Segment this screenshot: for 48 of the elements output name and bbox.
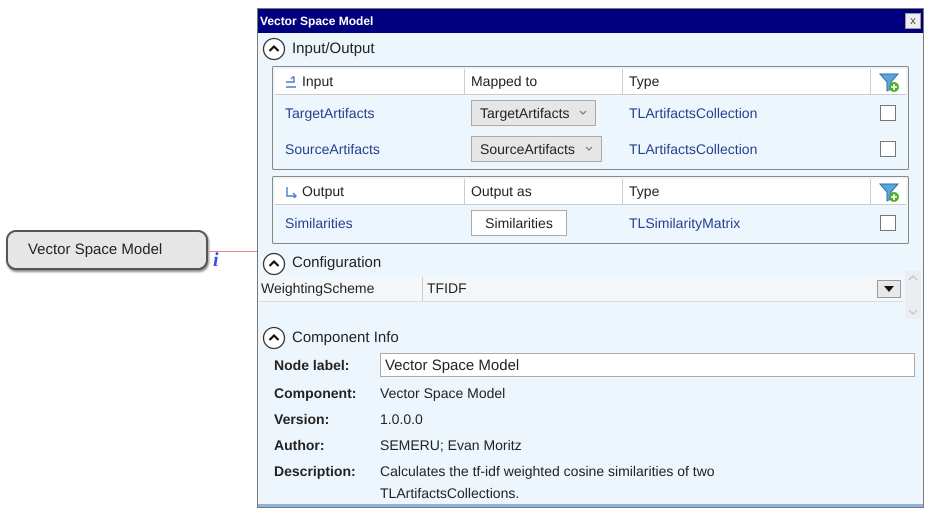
section-header[interactable]: Input/Output <box>292 38 375 60</box>
chevron-down-icon[interactable] <box>584 146 593 152</box>
port-type: TLSimilarityMatrix <box>629 214 740 231</box>
field-value: 1.0.0.0 <box>380 410 424 429</box>
chevron-down-icon[interactable] <box>579 110 588 116</box>
collapse-icon[interactable] <box>262 37 286 62</box>
close-button[interactable]: x <box>905 13 921 29</box>
field-label: Description: <box>274 462 357 481</box>
info-marker[interactable]: i <box>213 249 219 271</box>
section-header[interactable]: Component Info <box>292 326 399 349</box>
mapping-dropdown[interactable]: SourceArtifacts <box>471 136 602 162</box>
field-value: SEMERU; Evan Moritz <box>380 436 523 455</box>
port-type: TLArtifactsCollection <box>629 140 758 157</box>
filter-add-icon[interactable] <box>878 180 900 203</box>
window-title: Vector Space Model <box>260 13 374 30</box>
column-header: Type <box>629 182 660 202</box>
field-value: Calculates the tf-idf weighted cosine similarities of two TLArtifactsCollections. <box>380 462 716 503</box>
connector-line <box>209 251 257 252</box>
output-arrow-icon <box>285 186 297 198</box>
property-value: TFIDF <box>427 279 467 298</box>
filter-add-icon[interactable] <box>878 70 900 93</box>
component-node[interactable]: Vector Space Model <box>6 230 208 270</box>
checkbox[interactable] <box>880 215 896 232</box>
node-label-field[interactable]: Vector Space Model <box>380 353 915 377</box>
column-header: Input <box>302 72 334 92</box>
section-header[interactable]: Configuration <box>292 252 382 275</box>
field-label: Node label: <box>274 356 350 375</box>
property-name: WeightingScheme <box>261 279 374 298</box>
column-header: Output as <box>471 182 532 202</box>
column-header: Output <box>302 182 344 202</box>
output-name-field[interactable]: Similarities <box>471 210 567 236</box>
input-arrow-icon <box>285 76 297 88</box>
checkbox[interactable] <box>880 105 896 122</box>
collapse-icon[interactable] <box>262 252 286 276</box>
field-label: Component: <box>274 384 358 403</box>
field-label: Version: <box>274 410 330 429</box>
collapse-icon[interactable] <box>262 326 286 350</box>
mapping-dropdown[interactable]: TargetArtifacts <box>471 100 596 126</box>
column-header: Type <box>629 72 660 92</box>
port-name: Similarities <box>285 214 353 231</box>
port-type: TLArtifactsCollection <box>629 104 758 121</box>
port-name: SourceArtifacts <box>285 140 380 157</box>
field-label: Author: <box>274 436 326 455</box>
dropdown-button-icon[interactable] <box>877 280 901 298</box>
checkbox[interactable] <box>880 141 896 158</box>
column-header: Mapped to <box>471 72 538 92</box>
field-value: Vector Space Model <box>380 384 506 403</box>
port-name: TargetArtifacts <box>285 104 374 121</box>
